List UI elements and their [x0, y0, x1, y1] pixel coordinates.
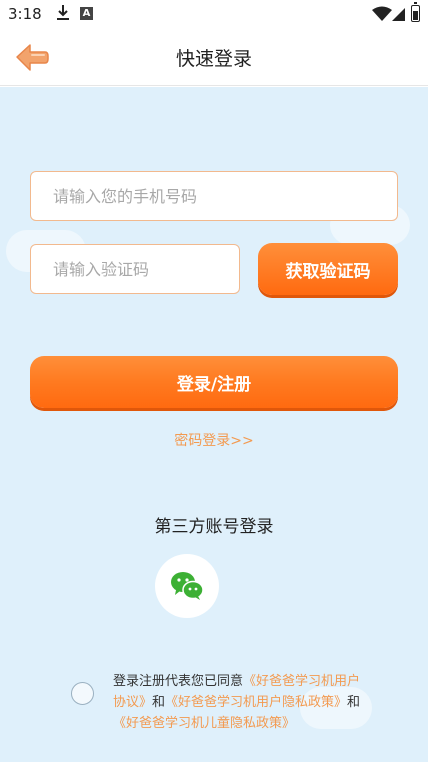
a-badge-icon: A: [80, 7, 93, 20]
agreement-prefix: 登录注册代表您已同意: [113, 674, 244, 689]
wifi-icon: [372, 6, 392, 21]
get-code-button[interactable]: 获取验证码: [258, 243, 398, 295]
page-title: 快速登录: [175, 48, 252, 70]
download-icon: [57, 5, 69, 20]
login-panel: 获取验证码 登录/注册 密码登录>> 第三方账号登录 登录注册代表您已同意《好爸…: [0, 87, 428, 762]
phone-input[interactable]: [30, 171, 398, 221]
agreement-checkbox[interactable]: [71, 682, 94, 705]
verification-code-input[interactable]: [30, 244, 240, 294]
battery-icon: [411, 2, 420, 22]
password-login-link[interactable]: 密码登录>>: [0, 430, 428, 450]
agreement-text: 登录注册代表您已同意《好爸爸学习机用户协议》和《好爸爸学习机用户隐私政策》和《好…: [113, 671, 368, 734]
login-register-button[interactable]: 登录/注册: [30, 356, 398, 408]
status-time: 3:18: [8, 5, 42, 23]
privacy-policy-link[interactable]: 《好爸爸学习机用户隐私政策》: [165, 695, 347, 710]
status-bar: 3:18 A: [0, 0, 428, 30]
header: 快速登录: [0, 30, 428, 86]
third-party-login-title: 第三方账号登录: [154, 517, 274, 537]
agreement-and: 和: [152, 695, 166, 710]
child-privacy-policy-link[interactable]: 《好爸爸学习机儿童隐私政策》: [113, 716, 295, 731]
wechat-login-button[interactable]: [155, 554, 219, 618]
signal-icon: [392, 8, 405, 21]
agreement-and: 和: [347, 695, 361, 710]
wechat-icon: [171, 572, 204, 600]
